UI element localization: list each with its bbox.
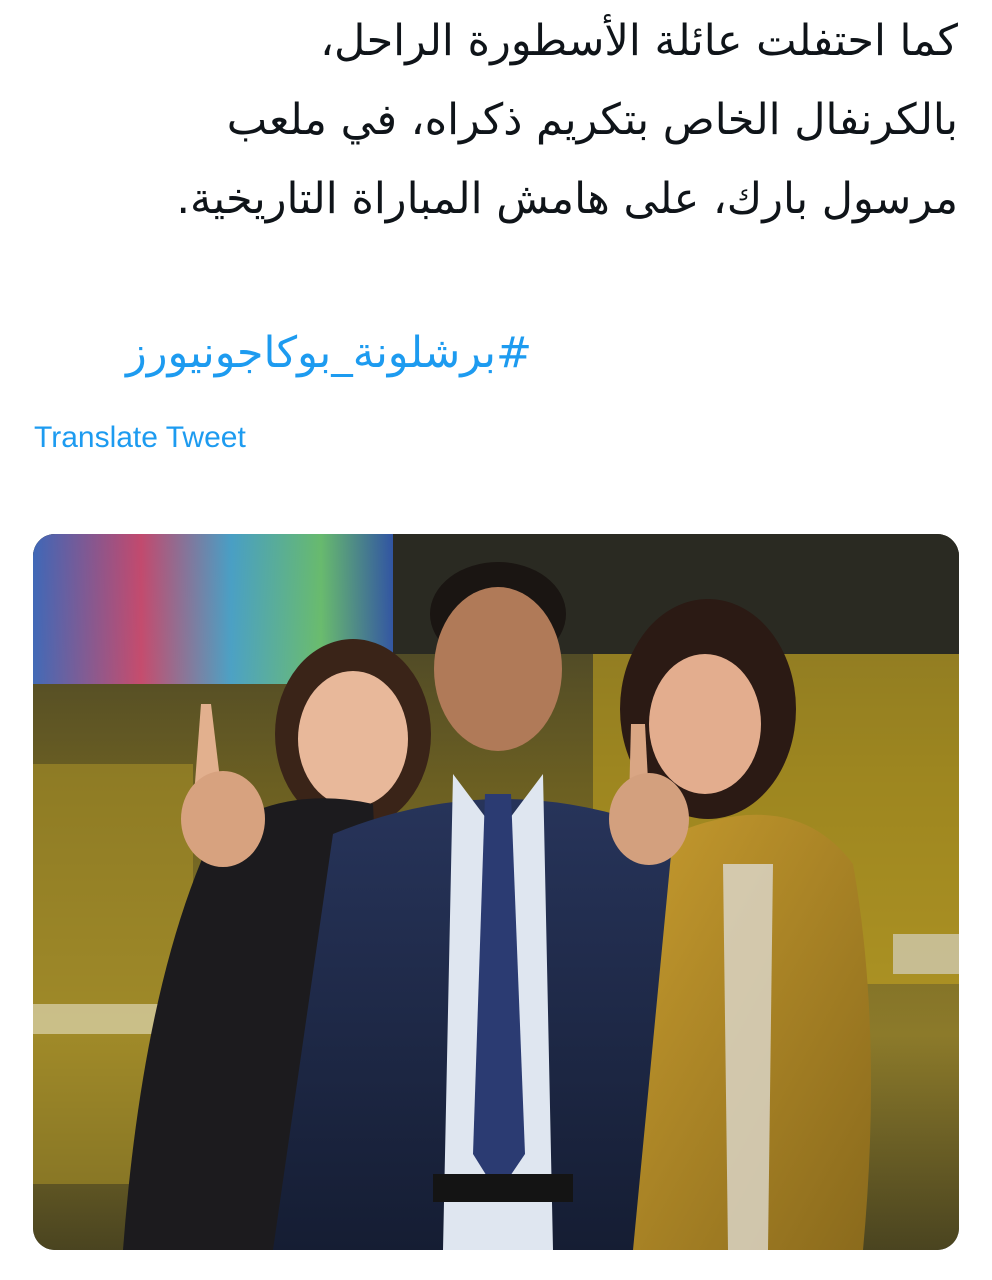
photo-image xyxy=(33,534,959,1250)
tweet-photo[interactable] xyxy=(33,534,959,1250)
translate-tweet-link[interactable]: Translate Tweet xyxy=(34,418,246,458)
tweet-text-line: كما احتفلت عائلة الأسطورة الراحل، xyxy=(320,16,958,66)
tweet-text-line: بالكرنفال الخاص بتكريم ذكراه، في ملعب xyxy=(226,95,958,145)
hashtag-link[interactable]: #برشلونة_بوكاجونيورز xyxy=(126,318,532,388)
tweet-text: كما احتفلت عائلة الأسطورة الراحل، بالكرن… xyxy=(28,2,958,239)
tweet-text-line: مرسول بارك، على هامش المباراة التاريخية. xyxy=(176,174,958,224)
